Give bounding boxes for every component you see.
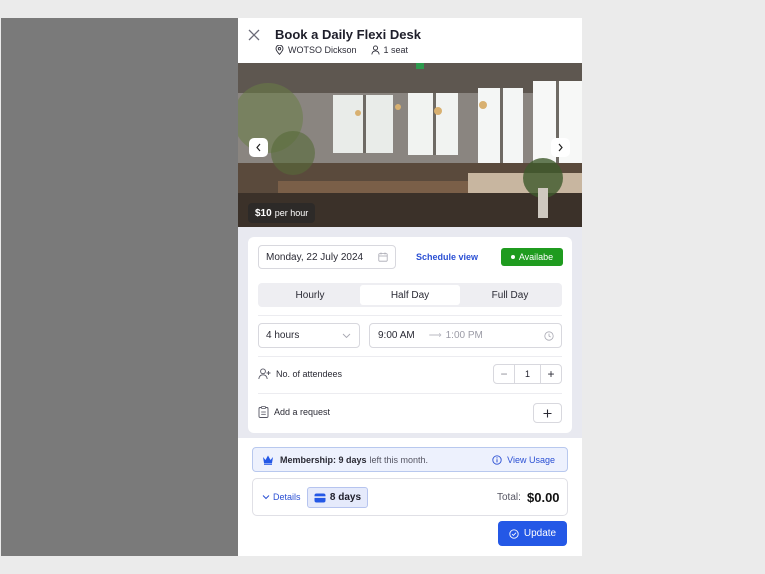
request-label: Add a request bbox=[274, 407, 331, 417]
modal-header: Book a Daily Flexi Desk WOTSO Dickson 1 … bbox=[238, 18, 582, 64]
booking-summary: Details 8 days Total: $0.00 bbox=[252, 478, 568, 516]
price-value: $10 bbox=[255, 207, 272, 219]
tab-half-day[interactable]: Half Day bbox=[360, 285, 460, 305]
tab-hourly[interactable]: Hourly bbox=[260, 285, 360, 305]
date-value: Monday, 22 July 2024 bbox=[266, 251, 364, 263]
chevron-right-icon bbox=[558, 143, 563, 152]
status-badge: Availabe bbox=[501, 248, 563, 266]
view-usage-link[interactable]: View Usage bbox=[492, 455, 555, 465]
booking-type-tabs: Hourly Half Day Full Day bbox=[258, 283, 562, 307]
divider bbox=[258, 393, 562, 394]
venue-photo-carousel[interactable]: $10 per hour bbox=[238, 63, 582, 227]
booking-card: Monday, 22 July 2024 Schedule view Avail… bbox=[248, 237, 572, 433]
seat-info: 1 seat bbox=[370, 45, 409, 55]
info-icon bbox=[492, 455, 502, 465]
header-subline: WOTSO Dickson 1 seat bbox=[275, 45, 408, 55]
status-dot-icon bbox=[510, 255, 515, 259]
membership-days: Membership: 9 days bbox=[280, 454, 367, 465]
attendees-row: No. of attendees bbox=[258, 368, 342, 380]
chevron-down-icon bbox=[262, 495, 270, 500]
chevron-down-icon bbox=[342, 333, 351, 339]
backdrop-panel bbox=[1, 18, 238, 556]
clock-icon bbox=[544, 331, 554, 341]
calendar-icon bbox=[378, 252, 388, 262]
duration-value: 4 hours bbox=[266, 330, 300, 341]
days-value: 8 days bbox=[329, 492, 362, 503]
location-pin-icon bbox=[275, 45, 284, 55]
decrement-button[interactable]: − bbox=[494, 365, 514, 383]
days-chip: 8 days bbox=[307, 487, 368, 508]
price-unit: per hour bbox=[274, 208, 309, 218]
tab-full-day[interactable]: Full Day bbox=[460, 285, 560, 305]
attendees-label: No. of attendees bbox=[276, 369, 343, 379]
total-value: $0.00 bbox=[527, 490, 560, 505]
duration-select[interactable]: 4 hours bbox=[258, 323, 360, 348]
increment-button[interactable]: + bbox=[541, 365, 561, 383]
request-row: Add a request bbox=[258, 406, 330, 418]
schedule-view-link[interactable]: Schedule view bbox=[416, 252, 478, 262]
update-button[interactable]: Update bbox=[498, 521, 567, 546]
membership-banner: Membership: 9 days left this month. View… bbox=[252, 447, 568, 472]
divider bbox=[258, 356, 562, 357]
crown-icon bbox=[263, 455, 273, 465]
person-icon bbox=[370, 45, 380, 55]
status-text: Availabe bbox=[518, 252, 554, 262]
plus-icon bbox=[543, 409, 552, 417]
carousel-next-button[interactable] bbox=[551, 138, 570, 157]
add-request-button[interactable] bbox=[533, 403, 562, 423]
page-title: Book a Daily Flexi Desk bbox=[275, 27, 421, 42]
close-button[interactable] bbox=[248, 26, 264, 44]
divider bbox=[258, 315, 562, 316]
close-icon bbox=[248, 29, 260, 41]
credit-card-icon bbox=[314, 493, 326, 502]
chevron-left-icon bbox=[256, 143, 261, 152]
time-range-picker[interactable]: 9:00 AM ⟶ 1:00 PM bbox=[369, 323, 562, 348]
attendees-count[interactable]: 1 bbox=[514, 365, 541, 383]
price-tag: $10 per hour bbox=[248, 203, 316, 223]
date-picker[interactable]: Monday, 22 July 2024 bbox=[258, 245, 396, 269]
arrow-right-icon: ⟶ bbox=[428, 330, 442, 340]
details-label: Details bbox=[273, 492, 301, 502]
location-text: WOTSO Dickson bbox=[288, 45, 357, 55]
check-circle-icon bbox=[509, 528, 519, 539]
total-label: Total: bbox=[497, 492, 521, 503]
add-person-icon bbox=[258, 368, 271, 380]
update-label: Update bbox=[523, 528, 557, 539]
carousel-prev-button[interactable] bbox=[249, 138, 268, 157]
membership-suffix: left this month. bbox=[369, 454, 429, 465]
clipboard-icon bbox=[258, 406, 269, 418]
start-time: 9:00 AM bbox=[378, 330, 415, 341]
seat-count: 1 seat bbox=[383, 45, 409, 55]
end-time: 1:00 PM bbox=[445, 330, 483, 341]
attendees-stepper: − 1 + bbox=[493, 364, 562, 384]
view-usage-label: View Usage bbox=[507, 455, 555, 465]
booking-modal: Book a Daily Flexi Desk WOTSO Dickson 1 … bbox=[238, 18, 582, 556]
details-toggle[interactable]: Details bbox=[262, 492, 301, 502]
booking-section: Monday, 22 July 2024 Schedule view Avail… bbox=[238, 227, 582, 438]
